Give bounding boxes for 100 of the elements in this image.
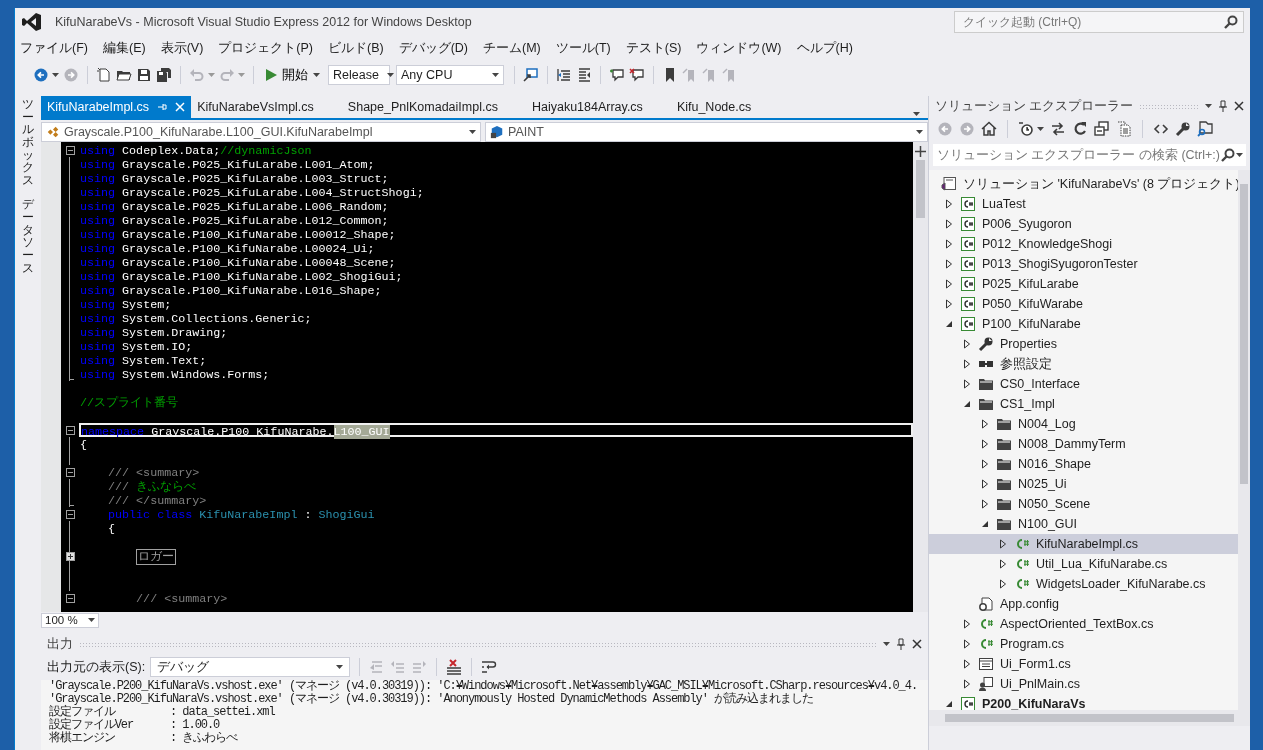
side-tab[interactable]: ツールボックス	[22, 98, 34, 187]
expand-arrow-icon[interactable]	[962, 639, 972, 649]
collapse-toggle-icon[interactable]	[65, 509, 75, 519]
tree-item[interactable]: CS0_Interface	[929, 374, 1238, 394]
word-wrap-icon[interactable]	[481, 659, 498, 675]
caret-icon[interactable]	[1037, 127, 1044, 131]
caret-icon[interactable]	[52, 73, 59, 77]
expand-arrow-icon[interactable]	[980, 479, 990, 489]
output-source-dropdown[interactable]: デバッグ	[150, 657, 351, 677]
clear-all-icon[interactable]	[446, 659, 463, 675]
tree-item[interactable]: Ui_Form1.cs	[929, 654, 1238, 674]
uncomment-icon[interactable]	[629, 67, 645, 83]
scrollbar-thumb[interactable]	[916, 160, 925, 218]
search-field[interactable]: ソリューション エクスプローラー の検索 (Ctrl+:)	[933, 144, 1246, 166]
wrench-icon[interactable]	[1175, 121, 1191, 137]
folder-magnifier-icon[interactable]	[1197, 121, 1213, 137]
zoom-dropdown[interactable]: 100 %	[41, 612, 99, 628]
quick-launch-field[interactable]: クイック起動 (Ctrl+Q)	[954, 11, 1244, 33]
menu-item[interactable]: ツール(T)	[550, 36, 621, 60]
caret-icon[interactable]	[88, 618, 95, 622]
expand-arrow-icon[interactable]	[962, 339, 972, 349]
floppy-disks-icon[interactable]	[156, 67, 172, 83]
tree-item[interactable]: P050_KifuWarabe	[929, 294, 1238, 314]
type-dropdown[interactable]: Grayscale.P100_KifuNarabe.L100_GUI.KifuNarabeImpl	[41, 122, 481, 142]
collapse-toggle-icon[interactable]	[65, 467, 75, 477]
new-document-icon[interactable]	[96, 67, 112, 83]
tree-item[interactable]: AspectOriented_TextBox.cs	[929, 614, 1238, 634]
refresh-icon[interactable]	[1072, 121, 1088, 137]
collapse-arrow-icon[interactable]	[944, 699, 954, 709]
tree-item[interactable]: N100_GUI	[929, 514, 1238, 534]
caret-icon[interactable]	[916, 130, 923, 134]
outdent-icon[interactable]	[576, 67, 592, 83]
tree-item[interactable]: P100_KifuNarabe	[929, 314, 1238, 334]
window-arrow-icon[interactable]	[523, 67, 539, 83]
document-tab[interactable]: Shape_PnlKomadaiImpl.cs	[341, 96, 526, 118]
close-icon[interactable]	[1234, 101, 1244, 111]
expand-arrow-icon[interactable]	[998, 539, 1008, 549]
collapse-toggle-icon[interactable]	[65, 593, 75, 603]
configuration-dropdown[interactable]: Any CPU	[396, 65, 504, 85]
tree-item[interactable]: Program.cs	[929, 634, 1238, 654]
expand-arrow-icon[interactable]	[944, 239, 954, 249]
tree-item[interactable]: Util_Lua_KifuNarabe.cs	[929, 554, 1238, 574]
tree-item[interactable]: ソリューション 'KifuNarabeVs' (8 プロジェクト)	[929, 174, 1238, 194]
expand-toggle-icon[interactable]	[65, 551, 75, 561]
menu-item[interactable]: プロジェクト(P)	[213, 36, 323, 60]
indent-icon[interactable]	[556, 67, 572, 83]
menu-item[interactable]: ビルド(B)	[323, 36, 394, 60]
tree-item[interactable]: Ui_PnlMain.cs	[929, 674, 1238, 694]
menu-item[interactable]: ウィンドウ(W)	[691, 36, 792, 60]
collapse-toggle-icon[interactable]	[65, 425, 75, 435]
expand-arrow-icon[interactable]	[944, 219, 954, 229]
side-tab[interactable]: データソース	[22, 198, 34, 275]
home-icon[interactable]	[981, 121, 997, 137]
tree-item[interactable]: N025_Ui	[929, 474, 1238, 494]
expand-arrow-icon[interactable]	[980, 439, 990, 449]
split-icon[interactable]	[915, 146, 926, 157]
tree-item[interactable]: P025_KifuLarabe	[929, 274, 1238, 294]
tree-item[interactable]: N050_Scene	[929, 494, 1238, 514]
caret-icon[interactable]	[469, 130, 476, 134]
document-tab[interactable]: KifuNarabeVsImpl.cs	[191, 96, 342, 118]
collapse-arrow-icon[interactable]	[944, 319, 954, 329]
caret-icon[interactable]	[492, 73, 499, 77]
expand-arrow-icon[interactable]	[962, 359, 972, 369]
pin-icon[interactable]	[1218, 100, 1228, 112]
expand-arrow-icon[interactable]	[998, 559, 1008, 569]
collapse-toggle-icon[interactable]	[65, 145, 75, 155]
document-tab[interactable]: Kifu_Node.cs	[670, 96, 780, 118]
tree-item[interactable]: P006_Syugoron	[929, 214, 1238, 234]
caret-icon[interactable]	[883, 642, 890, 646]
menu-item[interactable]: テスト(S)	[620, 36, 692, 60]
document-tab[interactable]: Haiyaku184Array.cs	[525, 96, 671, 118]
close-icon[interactable]	[912, 639, 922, 649]
stacked-windows-icon[interactable]	[1094, 121, 1110, 137]
clock-icon[interactable]	[1018, 121, 1034, 137]
tree-item[interactable]: KifuNarabeImpl.cs	[929, 534, 1238, 554]
menu-item[interactable]: デバッグ(D)	[393, 36, 478, 60]
back-icon[interactable]	[33, 67, 49, 83]
tree-item[interactable]: P012_KnowledgeShogi	[929, 234, 1238, 254]
expand-arrow-icon[interactable]	[962, 379, 972, 389]
expand-arrow-icon[interactable]	[980, 419, 990, 429]
expand-arrow-icon[interactable]	[962, 619, 972, 629]
collapse-arrow-icon[interactable]	[962, 399, 972, 409]
expand-arrow-icon[interactable]	[962, 679, 972, 689]
tree-item[interactable]: N008_DammyTerm	[929, 434, 1238, 454]
menu-item[interactable]: 編集(E)	[97, 36, 156, 60]
menu-item[interactable]: チーム(M)	[478, 36, 551, 60]
member-dropdown[interactable]: PAINT	[485, 122, 928, 142]
caret-icon[interactable]	[1235, 153, 1243, 157]
comment-icon[interactable]	[609, 67, 625, 83]
expand-arrow-icon[interactable]	[944, 299, 954, 309]
tree-item[interactable]: P013_ShogiSyugoronTester	[929, 254, 1238, 274]
caret-icon[interactable]	[336, 665, 344, 669]
tree-item[interactable]: App.config	[929, 594, 1238, 614]
expand-arrow-icon[interactable]	[944, 279, 954, 289]
caret-icon[interactable]	[313, 73, 320, 77]
expand-arrow-icon[interactable]	[980, 499, 990, 509]
menu-item[interactable]: 表示(V)	[155, 36, 214, 60]
start-button[interactable]: 開始	[262, 64, 324, 86]
expand-arrow-icon[interactable]	[944, 259, 954, 269]
expand-arrow-icon[interactable]	[980, 459, 990, 469]
